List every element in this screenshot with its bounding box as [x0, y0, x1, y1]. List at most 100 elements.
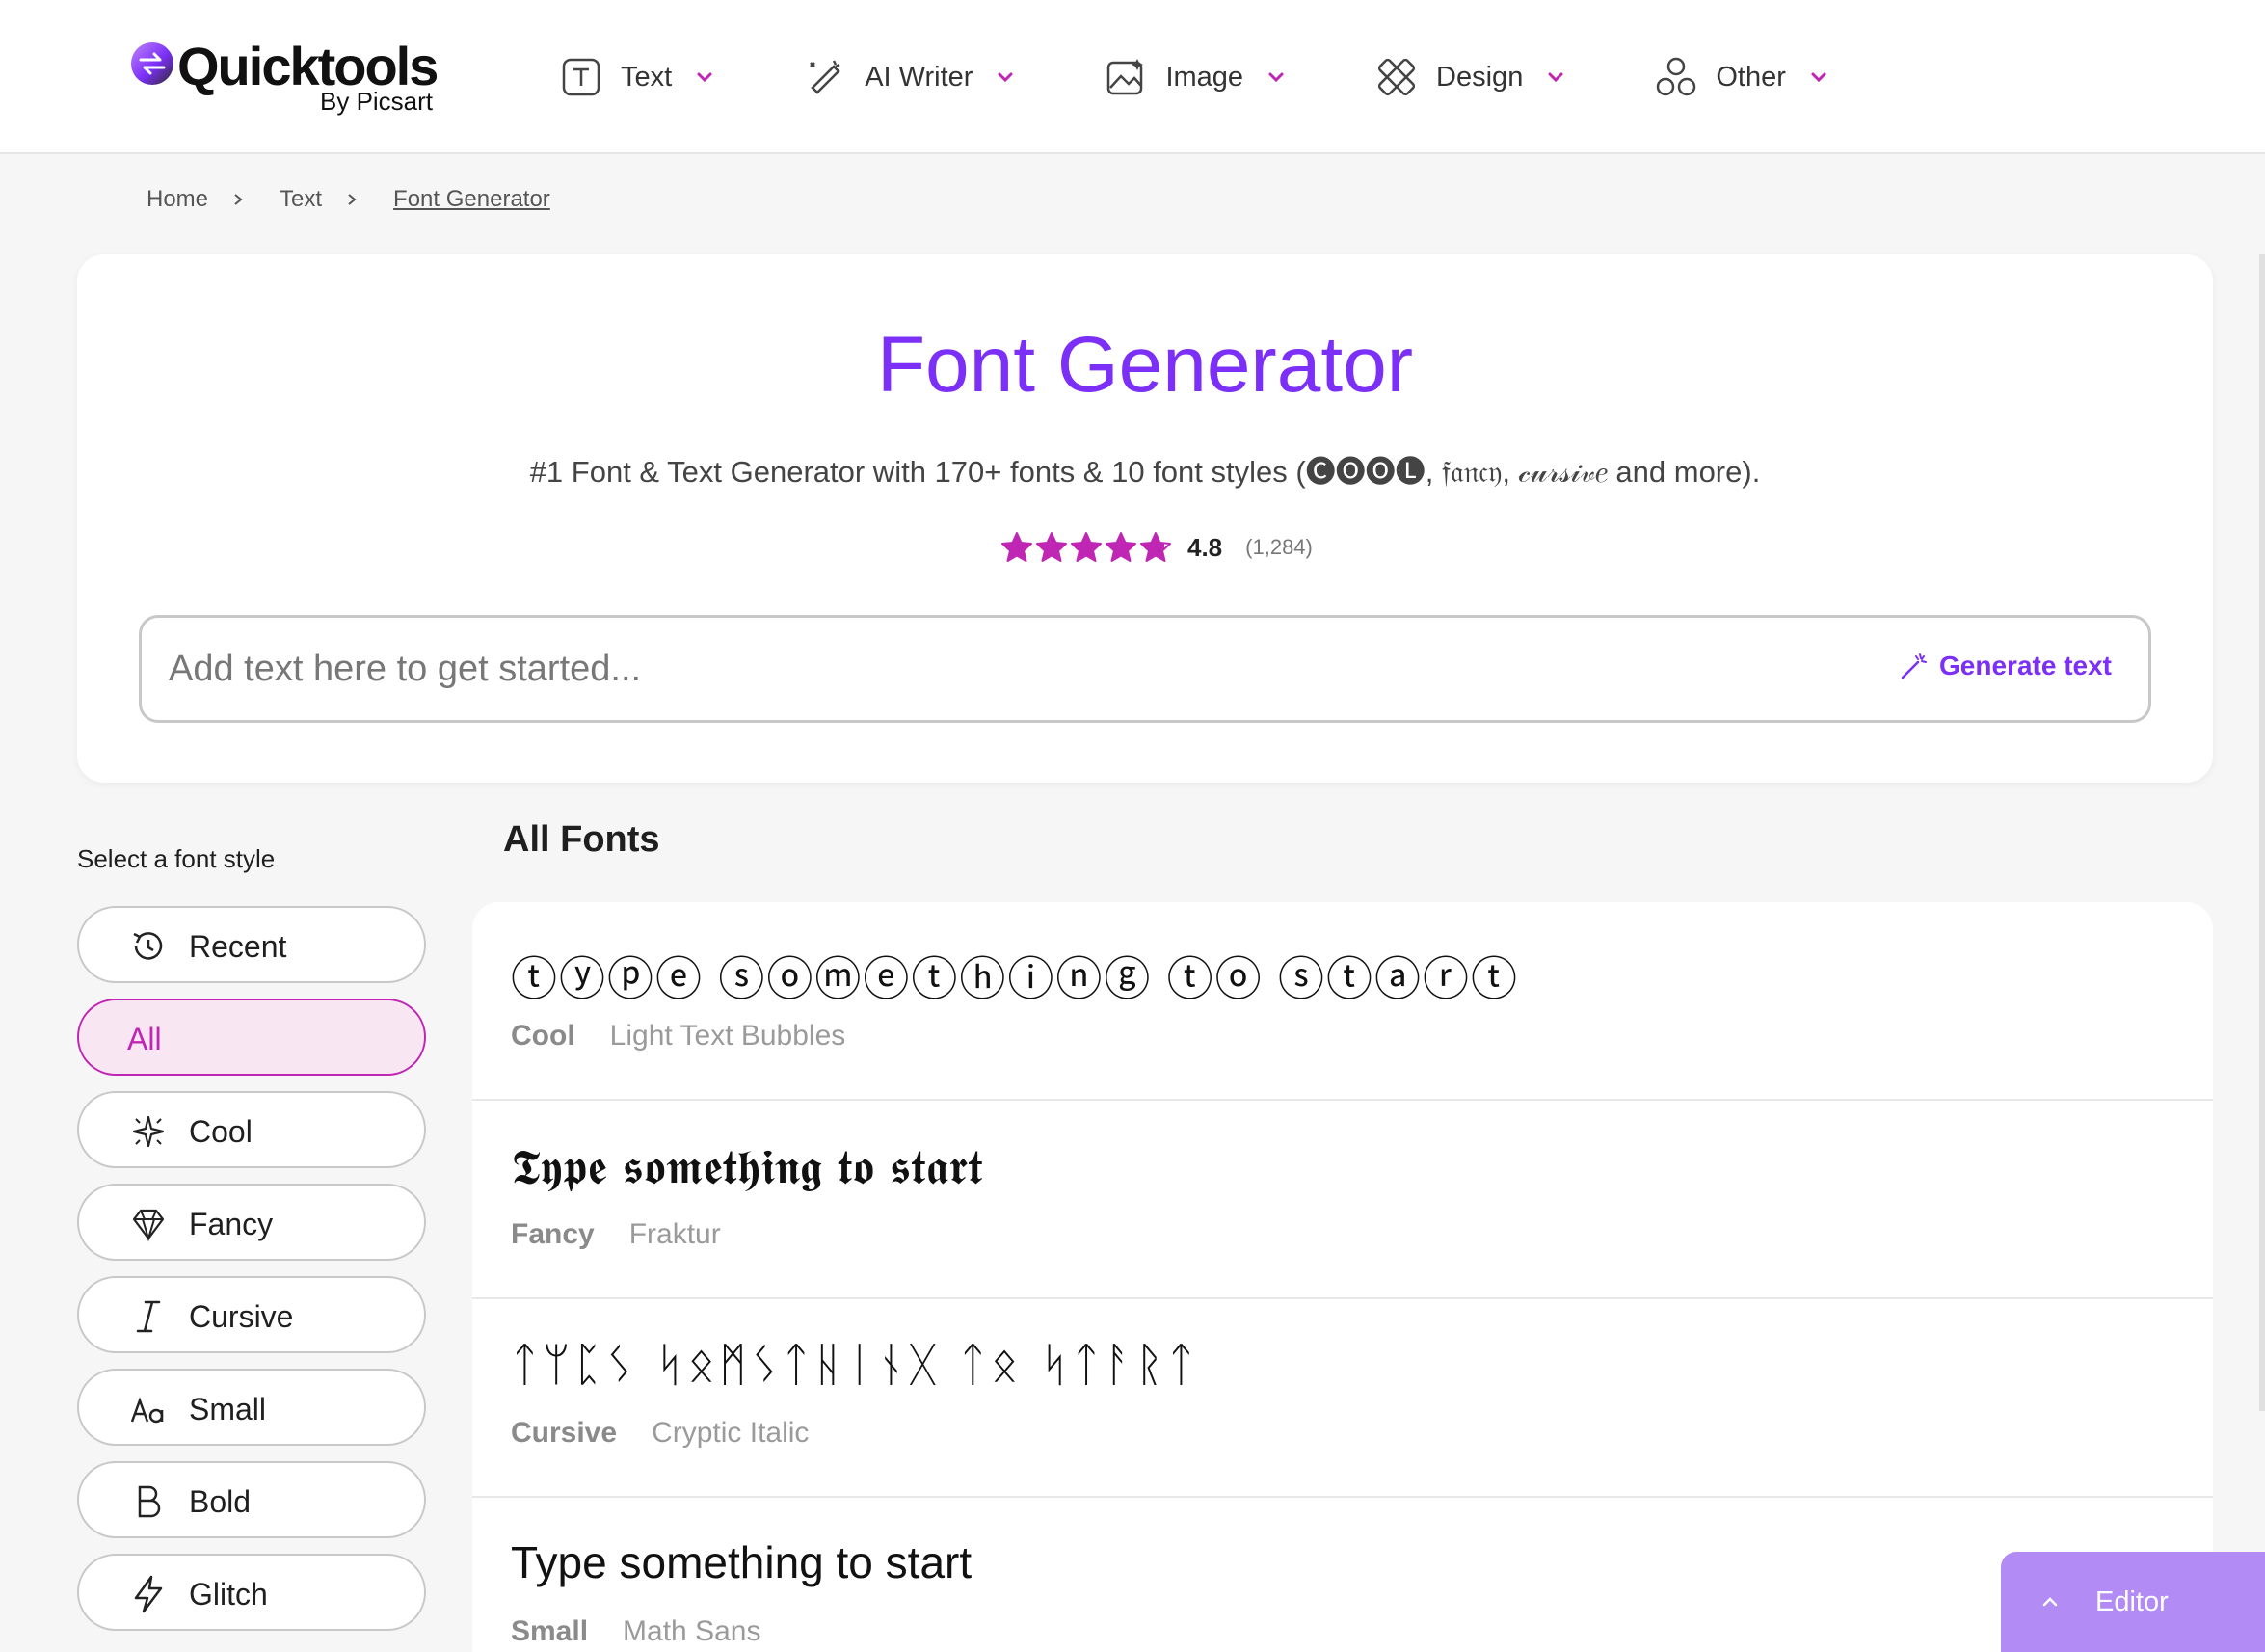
- text-input-box: Generate text: [139, 615, 2151, 723]
- swap-arrows-icon: [139, 52, 166, 75]
- magic-pen-icon: [803, 55, 847, 99]
- lightning-icon: [129, 1575, 168, 1613]
- style-label: Fancy: [189, 1207, 274, 1241]
- main-nav: Text AI Writer Image Design Other: [559, 50, 1917, 104]
- font-style-title: Select a font style: [77, 844, 276, 873]
- sparkle-icon: [129, 1112, 168, 1151]
- page-title: Font Generator: [876, 321, 1414, 409]
- font-category: Small: [511, 1615, 589, 1647]
- rating-count: (1,284): [1245, 535, 1313, 559]
- style-recent-button[interactable]: Recent: [77, 906, 426, 983]
- generate-text-button[interactable]: Generate text: [1899, 651, 2112, 681]
- star-icon: [1071, 532, 1102, 562]
- nav-ai-writer[interactable]: AI Writer: [803, 50, 1015, 104]
- editor-label: Editor: [2095, 1585, 2169, 1617]
- style-cool-button[interactable]: Cool: [77, 1091, 426, 1168]
- italic-icon: [129, 1297, 168, 1336]
- magic-wand-icon: [1901, 653, 1928, 679]
- style-label: Cool: [189, 1114, 253, 1149]
- font-style-list: Recent All Cool Fancy Cursive Small Bold: [77, 906, 426, 1646]
- editor-button[interactable]: Editor: [2001, 1552, 2265, 1652]
- diamond-icon: [129, 1205, 168, 1243]
- star-icon: [1036, 532, 1067, 562]
- font-row[interactable]: Type something to start Small Math Sans: [472, 1498, 2213, 1652]
- nav-image[interactable]: Image: [1104, 50, 1286, 104]
- recent-icon: [129, 927, 168, 966]
- style-label: Bold: [189, 1484, 252, 1519]
- style-label: Cursive: [189, 1299, 294, 1334]
- font-sample: ᛏᛘᛈᛊ ᛋᛟᛗᛊᛏᚺᛁᚾᚷ ᛏᛟ ᛋᛏᚨᚱᛏ: [511, 1338, 1199, 1392]
- font-tags: Cool Light Text Bubbles: [511, 1020, 845, 1052]
- fonts-list: ⓣⓨⓟⓔ ⓢⓞⓜⓔⓣⓗⓘⓝⓖ ⓣⓞ ⓢⓣⓐⓡⓣ Cool Light Text …: [472, 902, 2213, 1652]
- font-sample: ⓣⓨⓟⓔ ⓢⓞⓜⓔⓣⓗⓘⓝⓖ ⓣⓞ ⓢⓣⓐⓡⓣ: [511, 954, 1520, 1005]
- page-subtitle: #1 Font & Text Generator with 170+ fonts…: [529, 455, 1761, 489]
- star-icon: [1106, 532, 1136, 562]
- font-category: Cursive: [511, 1417, 618, 1449]
- chevron-down-icon: [998, 72, 1013, 83]
- style-label: Small: [189, 1392, 267, 1426]
- chevron-down-icon: [1548, 72, 1563, 83]
- nav-other[interactable]: Other: [1654, 50, 1828, 104]
- style-label: Recent: [189, 929, 287, 964]
- star-icon: [1140, 532, 1171, 562]
- generate-text-label: Generate text: [1939, 651, 2112, 680]
- chevron-right-icon: [348, 194, 357, 205]
- site-header: Quicktools By Picsart Text AI Writer Ima…: [0, 0, 2265, 154]
- breadcrumb-current[interactable]: Font Generator: [393, 186, 550, 213]
- font-row[interactable]: 𝕿𝖞𝖕𝖊 𝖘𝖔𝖒𝖊𝖙𝖍𝖎𝖓𝖌 𝖙𝖔 𝖘𝖙𝖆𝖗𝖙 Fancy Fraktur: [472, 1101, 2213, 1299]
- logo-sub: By Picsart: [320, 87, 434, 116]
- rating-value: 4.8: [1187, 532, 1223, 562]
- style-fancy-button[interactable]: Fancy: [77, 1184, 426, 1261]
- nav-label: Other: [1716, 61, 1786, 93]
- style-bold-button[interactable]: Bold: [77, 1461, 426, 1538]
- style-glitch-button[interactable]: Glitch: [77, 1554, 426, 1631]
- font-name: Math Sans: [623, 1615, 761, 1647]
- breadcrumb-text[interactable]: Text: [280, 186, 322, 213]
- chevron-right-icon: [234, 194, 243, 205]
- all-fonts-title: All Fonts: [503, 819, 660, 860]
- rating-stars: [1000, 531, 1174, 564]
- bold-icon: [129, 1482, 168, 1521]
- quicktools-logo[interactable]: Quicktools By Picsart: [131, 35, 449, 120]
- text-box-icon: [559, 55, 603, 99]
- shapes-icon: [1654, 55, 1698, 99]
- nav-design[interactable]: Design: [1374, 50, 1565, 104]
- font-sample: 𝕿𝖞𝖕𝖊 𝖘𝖔𝖒𝖊𝖙𝖍𝖎𝖓𝖌 𝖙𝖔 𝖘𝖙𝖆𝖗𝖙: [511, 1139, 983, 1195]
- design-tools-icon: [1374, 55, 1419, 99]
- logo-mark-icon: [131, 42, 173, 85]
- chevron-down-icon: [1268, 72, 1284, 83]
- style-small-button[interactable]: Small: [77, 1369, 426, 1446]
- rating: 4.8 (1,284): [1000, 528, 1313, 567]
- font-name: Fraktur: [628, 1218, 721, 1250]
- nav-label: Image: [1165, 61, 1244, 93]
- hero-card: Font Generator #1 Font & Text Generator …: [77, 254, 2213, 783]
- font-row[interactable]: ᛏᛘᛈᛊ ᛋᛟᛗᛊᛏᚺᛁᚾᚷ ᛏᛟ ᛋᛏᚨᚱᛏ Cursive Cryptic …: [472, 1299, 2213, 1498]
- chevron-up-icon: [2042, 1597, 2058, 1607]
- nav-label: Text: [621, 61, 673, 93]
- star-icon: [1001, 532, 1032, 562]
- font-category: Cool: [511, 1020, 575, 1052]
- font-name: Light Text Bubbles: [609, 1020, 846, 1052]
- nav-label: Design: [1436, 61, 1524, 93]
- font-tags: Small Math Sans: [511, 1615, 760, 1648]
- chevron-down-icon: [697, 72, 712, 83]
- style-label: Glitch: [189, 1577, 268, 1612]
- text-input[interactable]: [169, 618, 1855, 720]
- style-label: All: [127, 1022, 162, 1056]
- small-text-icon: [129, 1390, 168, 1428]
- font-row[interactable]: ⓣⓨⓟⓔ ⓢⓞⓜⓔⓣⓗⓘⓝⓖ ⓣⓞ ⓢⓣⓐⓡⓣ Cool Light Text …: [472, 902, 2213, 1101]
- font-category: Fancy: [511, 1218, 595, 1250]
- breadcrumb: Home Text Font Generator: [147, 186, 550, 213]
- nav-text[interactable]: Text: [559, 50, 714, 104]
- page-scrollbar[interactable]: [2259, 254, 2265, 1411]
- style-all-button[interactable]: All: [77, 999, 426, 1076]
- font-tags: Fancy Fraktur: [511, 1218, 721, 1251]
- image-icon: [1104, 55, 1148, 99]
- font-sample: Type something to start: [511, 1537, 973, 1587]
- style-cursive-button[interactable]: Cursive: [77, 1276, 426, 1353]
- nav-label: AI Writer: [865, 61, 973, 93]
- chevron-down-icon: [1811, 72, 1826, 83]
- font-name: Cryptic Italic: [652, 1417, 810, 1449]
- breadcrumb-home[interactable]: Home: [147, 186, 208, 213]
- font-tags: Cursive Cryptic Italic: [511, 1417, 809, 1450]
